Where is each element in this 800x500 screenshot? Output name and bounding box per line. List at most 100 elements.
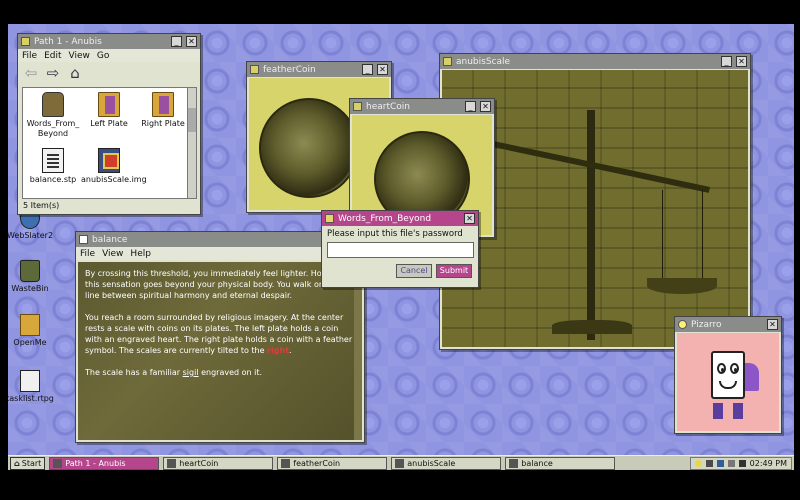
window-titlebar[interactable]: heartCoin _ ✕	[350, 99, 494, 114]
cancel-button[interactable]: Cancel	[396, 264, 432, 278]
close-button[interactable]: ✕	[767, 319, 778, 330]
network-icon[interactable]	[705, 459, 713, 467]
back-arrow-icon[interactable]: ⇦	[22, 65, 40, 81]
file-item-left-plate[interactable]: Left Plate	[81, 92, 137, 129]
task-anubis-scale[interactable]: anubisScale	[391, 456, 502, 470]
lightbulb-icon[interactable]	[694, 459, 702, 467]
pizarro-assistant[interactable]	[677, 333, 779, 431]
menu-edit[interactable]: Edit	[44, 51, 61, 61]
close-button[interactable]: ✕	[377, 64, 388, 75]
vertical-scrollbar[interactable]	[187, 87, 197, 199]
pizarro-window[interactable]: Pizarro ✕	[674, 316, 782, 434]
menu-view[interactable]: View	[69, 51, 90, 61]
paragraph-text: engraved on it.	[198, 368, 263, 377]
document-icon	[79, 235, 88, 244]
menu-bar: File Edit View Go	[18, 49, 200, 62]
desktop-icon-label: WebSlater2	[8, 231, 54, 240]
mascot-eye	[717, 363, 726, 374]
window-titlebar[interactable]: Path 1 - Anubis _ ✕	[18, 34, 200, 49]
document-icon	[509, 458, 519, 468]
volume-icon[interactable]	[716, 459, 724, 467]
file-label: anubisScale.img	[81, 175, 147, 184]
folder-icon	[21, 37, 30, 46]
minimize-button[interactable]: _	[362, 64, 373, 75]
file-label: Left Plate	[90, 119, 128, 128]
up-folder-icon[interactable]: ⌂	[66, 65, 84, 81]
minimize-button[interactable]: _	[465, 101, 476, 112]
close-button[interactable]: ✕	[464, 213, 475, 224]
image-icon	[353, 102, 362, 111]
minimize-button[interactable]: _	[721, 56, 732, 67]
system-tray: 02:49 PM	[689, 456, 792, 470]
monitor-icon[interactable]	[738, 459, 746, 467]
vertical-scrollbar[interactable]	[354, 262, 362, 440]
document-icon	[42, 148, 64, 173]
status-bar: 5 Item(s)	[23, 201, 60, 210]
image-icon	[167, 458, 177, 468]
sigil-word[interactable]: sigil	[183, 368, 199, 377]
window-title: heartCoin	[366, 101, 410, 112]
window-title: anubisScale	[456, 56, 511, 67]
file-item-anubis-scale[interactable]: anubisScale.img	[81, 148, 147, 185]
task-label: heartCoin	[179, 458, 219, 468]
mascot-leg	[713, 403, 723, 419]
window-titlebar[interactable]: featherCoin _ ✕	[247, 62, 391, 77]
scale-pan-right	[647, 278, 717, 294]
start-label: Start	[21, 458, 42, 468]
menu-view[interactable]: View	[102, 249, 123, 259]
paragraph: You reach a room surrounded by religious…	[85, 312, 355, 356]
task-balance[interactable]: balance	[505, 456, 616, 470]
dialog-titlebar[interactable]: Words_From_Beyond ✕	[322, 211, 478, 226]
task-label: Path 1 - Anubis	[65, 458, 126, 468]
start-button[interactable]: ⌂ Start	[10, 456, 46, 470]
password-prompt: Please input this file's password	[327, 229, 463, 239]
image-icon	[443, 57, 452, 66]
close-button[interactable]: ✕	[736, 56, 747, 67]
menu-file[interactable]: File	[22, 51, 37, 61]
image-icon	[281, 458, 291, 468]
paragraph: The scale has a familiar sigil engraved …	[85, 367, 355, 378]
feather-coin	[259, 98, 359, 198]
window-titlebar[interactable]: Pizarro ✕	[675, 317, 781, 332]
task-heart-coin[interactable]: heartCoin	[163, 456, 274, 470]
password-input[interactable]	[327, 242, 474, 258]
file-item-right-plate[interactable]: Right Plate	[135, 92, 191, 129]
submit-button[interactable]: Submit	[436, 264, 472, 278]
menu-file[interactable]: File	[80, 249, 95, 259]
dialog-title: Words_From_Beyond	[338, 213, 432, 224]
task-label: anubisScale	[407, 458, 456, 468]
window-titlebar[interactable]: anubisScale _ ✕	[440, 54, 750, 69]
desktop-icon-wastebin[interactable]: WasteBin	[8, 260, 56, 294]
close-button[interactable]: ✕	[186, 36, 197, 47]
scale-chain	[662, 190, 663, 280]
desktop-icon-tasklist[interactable]: tasklist.rtpg	[8, 370, 56, 404]
password-dialog[interactable]: Words_From_Beyond ✕ Please input this fi…	[321, 210, 479, 288]
task-path-window[interactable]: Path 1 - Anubis	[49, 456, 160, 470]
menu-help[interactable]: Help	[130, 249, 151, 259]
lightbulb-icon	[678, 320, 687, 329]
folder-icon	[20, 314, 40, 336]
scale-chain	[702, 190, 703, 280]
file-item-balance[interactable]: balance.stp	[25, 148, 81, 185]
menu-go[interactable]: Go	[97, 51, 109, 61]
trash-bin-icon	[20, 260, 40, 282]
toolbar: ⇦ ⇨ ⌂	[18, 62, 200, 84]
task-feather-coin[interactable]: featherCoin	[277, 456, 388, 470]
forward-arrow-icon[interactable]: ⇨	[44, 65, 62, 81]
document-icon	[20, 370, 40, 392]
desktop-icon-openme[interactable]: OpenMe	[8, 314, 56, 348]
image-icon	[395, 458, 405, 468]
minimize-button[interactable]: _	[171, 36, 182, 47]
file-label: Right Plate	[141, 119, 185, 128]
path-window[interactable]: Path 1 - Anubis _ ✕ File Edit View Go ⇦ …	[17, 33, 201, 215]
paragraph-text: The scale has a familiar	[85, 368, 183, 377]
desktop-icon-label: tasklist.rtpg	[8, 394, 54, 403]
close-button[interactable]: ✕	[480, 101, 491, 112]
paragraph-text: .	[289, 346, 292, 355]
file-label: balance.stp	[29, 175, 77, 184]
highlight-right: right	[267, 346, 290, 355]
file-item-words-from-beyond[interactable]: Words_From_Beyond	[25, 92, 81, 139]
lock-icon	[325, 214, 334, 223]
chat-icon[interactable]	[727, 459, 735, 467]
scale-base	[552, 320, 632, 334]
